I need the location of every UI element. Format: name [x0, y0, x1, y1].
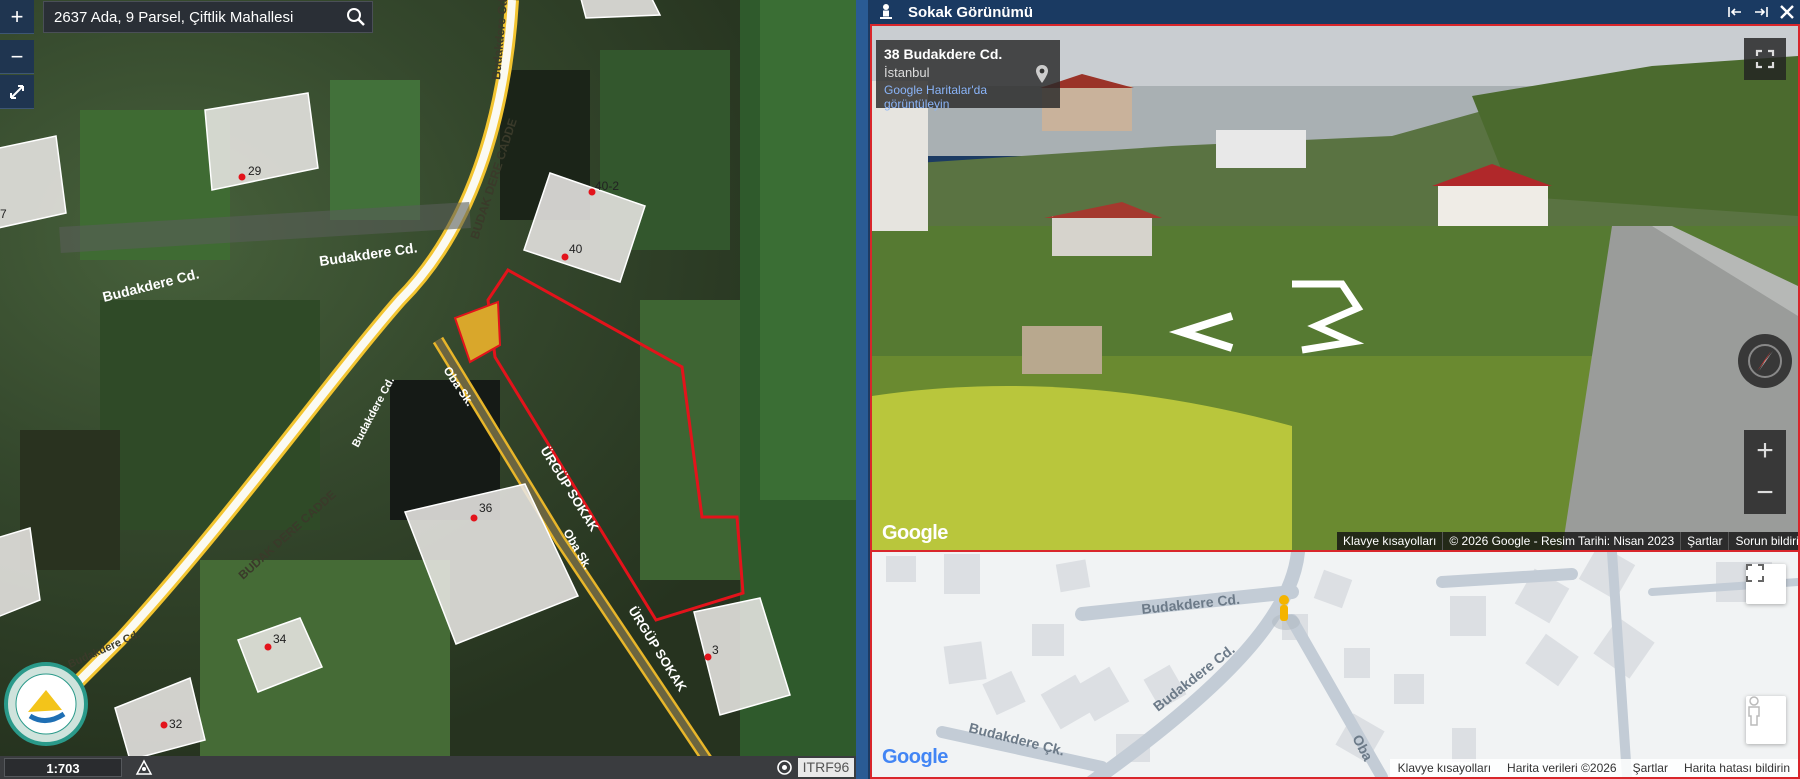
cadastral-map[interactable]: 29 7 40-2 40 36 34 32 3 BUDAK DERE CADDE… — [0, 0, 856, 779]
search-button[interactable] — [340, 2, 372, 32]
mini-map-canvas: Budakdere Cd. Budakdere Cd. Budakdere Çk… — [886, 552, 1798, 777]
pegman-icon — [880, 4, 892, 19]
arrow-right-bar-icon — [1755, 7, 1768, 17]
close-icon — [1780, 5, 1794, 19]
address-title: 38 Budakdere Cd. — [884, 46, 1003, 62]
show-on-map-button[interactable] — [1024, 40, 1060, 108]
keyboard-shortcuts-link[interactable]: Klavye kısayolları — [1337, 532, 1442, 550]
fullscreen-icon — [1746, 564, 1764, 582]
status-bar: 1:703 ITRF96 — [0, 756, 856, 779]
arrow-left-bar-icon — [1728, 7, 1741, 17]
building-number: 40 — [569, 242, 583, 256]
dock-right-button[interactable] — [1748, 0, 1774, 24]
search-input[interactable] — [44, 8, 340, 26]
sv-zoom-out-button[interactable]: − — [1744, 472, 1786, 514]
map-data-text: Harita verileri ©2026 — [1507, 761, 1617, 775]
street-view-image[interactable]: 38 Budakdere Cd. İstanbul Google Harital… — [870, 24, 1800, 552]
expand-arrows-icon — [10, 84, 24, 99]
street-view-fullscreen-button[interactable] — [1744, 38, 1786, 80]
dock-left-button[interactable] — [1722, 0, 1748, 24]
panel-title: Sokak Görünümü — [908, 3, 1034, 21]
zoom-out-button[interactable]: − — [0, 40, 34, 74]
close-button[interactable] — [1774, 0, 1800, 24]
building-number: 29 — [248, 164, 262, 178]
mini-map[interactable]: Budakdere Cd. Budakdere Cd. Budakdere Çk… — [870, 552, 1800, 779]
mini-map-street-label: Budakdere Cd. — [1141, 591, 1241, 617]
address-city: İstanbul — [884, 65, 930, 80]
crs-label: ITRF96 — [798, 758, 854, 777]
pegman-icon — [1748, 696, 1760, 726]
search-bar — [43, 1, 373, 33]
panel-header: Sokak Görünümü — [868, 0, 1800, 24]
search-icon — [347, 8, 365, 26]
view-in-google-maps-link[interactable]: Google Haritalar'da görüntüleyin — [884, 83, 1004, 111]
zoom-in-button[interactable]: + — [0, 0, 34, 34]
sv-zoom-in-button[interactable]: + — [1744, 430, 1786, 472]
street-label: Budakdere Cd. — [318, 239, 418, 269]
satellite-imagery: 29 7 40-2 40 36 34 32 3 BUDAK DERE CADDE… — [0, 0, 856, 779]
address-card: 38 Budakdere Cd. İstanbul Google Harital… — [876, 40, 1024, 111]
building-number: 3 — [712, 643, 719, 657]
fullscreen-toggle-button[interactable] — [0, 75, 34, 109]
terms-link[interactable]: Şartlar — [1625, 759, 1676, 777]
report-problem-link[interactable]: Sorun bildirin — [1728, 532, 1798, 550]
building-number: 40-2 — [595, 179, 619, 193]
mini-map-fullscreen-button[interactable] — [1746, 564, 1786, 604]
fullscreen-icon — [1755, 49, 1775, 69]
terms-link[interactable]: Şartlar — [1680, 532, 1728, 550]
mini-map-footer: Klavye kısayolları Harita verileri ©2026… — [1389, 759, 1798, 777]
google-logo: Google — [882, 746, 948, 768]
map-pin-icon — [1036, 65, 1048, 83]
compass-icon — [1748, 344, 1782, 378]
municipality-logo — [4, 662, 88, 746]
image-date-text: © 2026 Google - Resim Tarihi: Nisan 2023 — [1442, 532, 1680, 550]
street-view-footer: Klavye kısayolları © 2026 Google - Resim… — [1337, 532, 1798, 550]
scale-label: 1:703 — [4, 758, 122, 777]
building-number: 32 — [169, 717, 183, 731]
building-number: 34 — [273, 632, 287, 646]
building-number: 36 — [479, 501, 493, 515]
keyboard-shortcuts-link[interactable]: Klavye kısayolları — [1390, 759, 1499, 777]
street-label: Budakdere Cd. — [101, 265, 201, 304]
google-logo: Google — [882, 522, 948, 544]
split-divider[interactable] — [856, 0, 868, 779]
report-map-error-link[interactable]: Harita hatası bildirin — [1676, 759, 1798, 777]
compass-button[interactable] — [1738, 334, 1792, 388]
street-view-panel: Sokak Görünümü 38 Budakdere Cd. İstanbul… — [868, 0, 1800, 779]
measure-icon[interactable] — [134, 758, 154, 777]
pegman-button[interactable] — [1746, 696, 1786, 744]
locate-icon[interactable] — [776, 759, 793, 776]
building-number: 7 — [0, 207, 7, 221]
